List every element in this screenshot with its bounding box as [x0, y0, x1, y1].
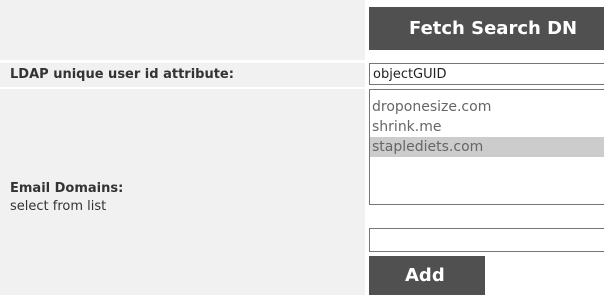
ldap-settings-form: Fetch Search DN LDAP unique user id attr…	[0, 0, 604, 295]
fetch-label-cell	[0, 0, 365, 60]
ldap-attribute-input[interactable]	[369, 63, 604, 85]
email-value-cell: droponesize.com shrink.me staplediets.co…	[369, 89, 604, 295]
ldap-label-cell: LDAP unique user id attribute:	[0, 63, 365, 87]
email-domains-listbox[interactable]: droponesize.com shrink.me staplediets.co…	[369, 89, 604, 205]
add-domain-button[interactable]: Add	[369, 256, 485, 295]
fetch-row: Fetch Search DN	[0, 0, 604, 60]
new-domain-input[interactable]	[369, 228, 604, 252]
email-domains-row: Email Domains: select from list dropones…	[0, 89, 604, 295]
domain-option-selected[interactable]: staplediets.com	[370, 137, 604, 157]
email-domains-sublabel: select from list	[10, 199, 107, 214]
domain-option[interactable]: shrink.me	[370, 117, 604, 137]
email-domains-label: Email Domains:	[10, 181, 124, 196]
fetch-value-cell: Fetch Search DN	[369, 0, 604, 60]
fetch-search-dn-button[interactable]: Fetch Search DN	[369, 7, 604, 50]
domain-option[interactable]: droponesize.com	[370, 97, 604, 117]
email-label-cell: Email Domains: select from list	[0, 89, 365, 295]
ldap-value-cell	[369, 63, 604, 87]
ldap-attribute-row: LDAP unique user id attribute:	[0, 63, 604, 87]
ldap-attribute-label: LDAP unique user id attribute:	[10, 67, 234, 82]
